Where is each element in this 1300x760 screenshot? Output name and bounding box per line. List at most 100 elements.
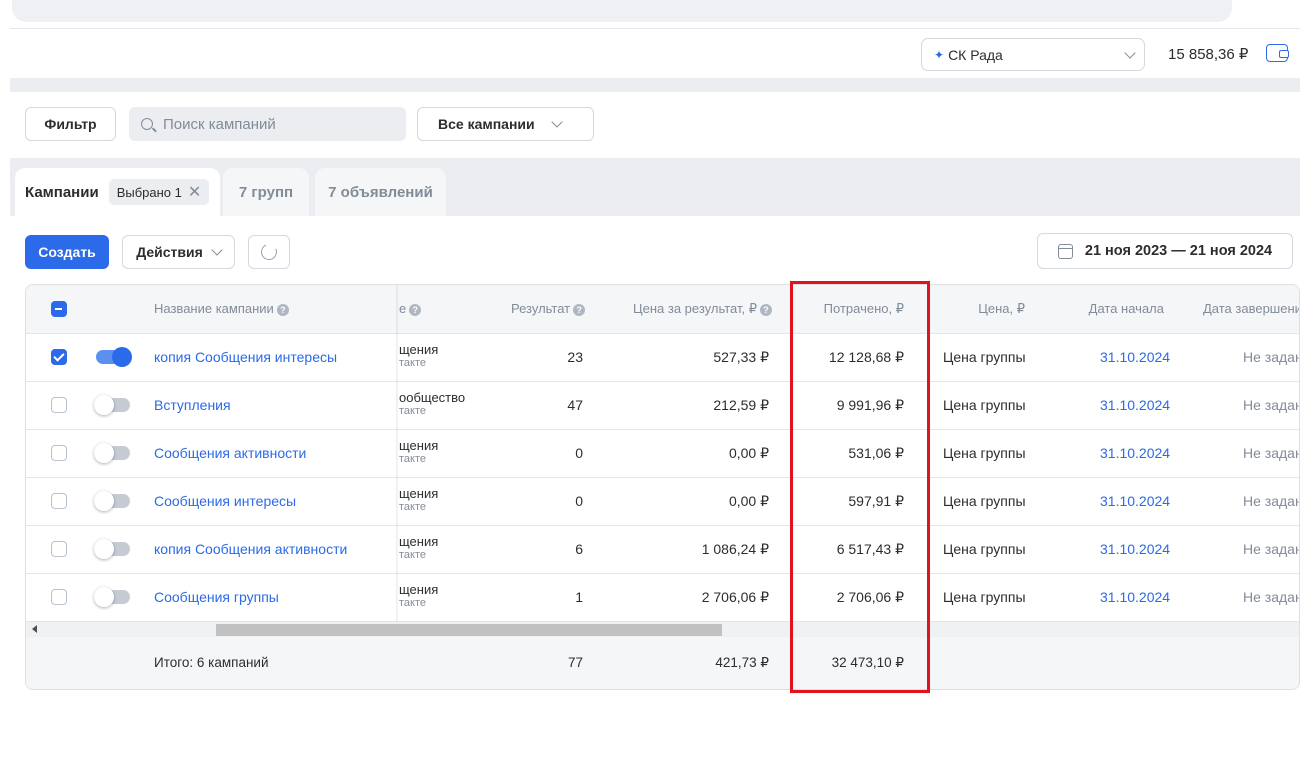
tab-campaigns[interactable]: Кампании Выбрано 1 ✕ (15, 168, 220, 216)
cost-per-result-value: 0,00 ₽ (728, 445, 769, 461)
table-row[interactable]: Сообщения активности щения такте 0 0,00 … (26, 430, 1299, 478)
goal-text: щения (399, 534, 439, 549)
status-toggle[interactable] (96, 347, 132, 367)
column-header-price[interactable]: Цена, ₽ (978, 301, 1025, 317)
price-value: Цена группы (943, 397, 1026, 413)
total-cost-per-result: 421,73 ₽ (715, 655, 769, 670)
end-date-value: Не задан (1243, 589, 1300, 605)
row-checkbox[interactable] (51, 349, 67, 365)
status-toggle[interactable] (94, 443, 130, 463)
status-toggle[interactable] (94, 587, 130, 607)
scroll-left-icon[interactable] (32, 625, 37, 633)
search-box[interactable] (129, 107, 406, 141)
help-icon[interactable]: ? (409, 303, 422, 316)
campaign-name-link[interactable]: Сообщения интересы (154, 493, 296, 509)
campaign-name-link[interactable]: Сообщения активности (154, 445, 306, 461)
campaign-name-link[interactable]: Вступления (154, 397, 231, 413)
horizontal-scrollbar[interactable] (26, 622, 1299, 637)
column-header-name[interactable]: Название кампании? (154, 301, 289, 316)
row-checkbox[interactable] (51, 493, 67, 509)
spent-value: 531,06 ₽ (848, 445, 904, 461)
goal-text: ообщество (399, 390, 466, 405)
end-date-value: Не задан (1243, 445, 1300, 461)
goal-cell: ообщество такте (399, 390, 509, 417)
tab-ads[interactable]: 7 объявлений (315, 168, 446, 216)
sticky-column-shadow (396, 285, 399, 622)
column-header-goal-label: е (399, 301, 407, 316)
status-toggle[interactable] (94, 395, 130, 415)
filter-button[interactable]: Фильтр (25, 107, 116, 141)
total-label: Итого: 6 кампаний (154, 655, 269, 670)
help-icon[interactable]: ? (276, 303, 289, 316)
table-row[interactable]: копия Сообщения интересы щения такте 23 … (26, 334, 1299, 382)
start-date-link[interactable]: 31.10.2024 (1100, 349, 1170, 365)
row-checkbox[interactable] (51, 397, 67, 413)
result-value: 47 (567, 397, 583, 413)
row-checkbox[interactable] (51, 541, 67, 557)
search-input[interactable] (163, 115, 383, 133)
result-value: 0 (575, 493, 583, 509)
cost-per-result-value: 1 086,24 ₽ (701, 541, 769, 557)
column-header-goal[interactable]: е? (399, 301, 422, 316)
balance: 15 858,36 ₽ (1168, 46, 1249, 63)
close-icon[interactable]: ✕ (188, 182, 201, 202)
goal-subtext: такте (399, 357, 427, 369)
create-button[interactable]: Создать (25, 235, 109, 269)
column-header-cost-per-result[interactable]: Цена за результат, ₽? (633, 301, 772, 317)
refresh-button[interactable] (248, 235, 290, 269)
row-checkbox[interactable] (51, 445, 67, 461)
column-header-start-date[interactable]: Дата начала (1089, 301, 1164, 316)
campaign-name-link[interactable]: Сообщения группы (154, 589, 279, 605)
date-range-label: 21 ноя 2023 — 21 ноя 2024 (1084, 243, 1273, 259)
help-icon[interactable]: ? (573, 303, 586, 316)
start-date-link[interactable]: 31.10.2024 (1100, 541, 1170, 557)
account-select[interactable]: ✦ СК Рада (921, 38, 1145, 71)
price-value: Цена группы (943, 445, 1026, 461)
actions-dropdown[interactable]: Действия (122, 235, 235, 269)
table-row[interactable]: копия Сообщения активности щения такте 6… (26, 526, 1299, 574)
search-icon (141, 118, 153, 130)
start-date-link[interactable]: 31.10.2024 (1100, 445, 1170, 461)
campaign-name-link[interactable]: копия Сообщения интересы (154, 349, 337, 365)
goal-cell: щения такте (399, 342, 509, 369)
scrollbar-thumb[interactable] (216, 624, 722, 636)
campaigns-table: Название кампании? е? Результат? Цена за… (25, 284, 1300, 690)
chevron-down-icon (550, 116, 563, 128)
end-date-value: Не задан (1243, 541, 1300, 557)
result-value: 0 (575, 445, 583, 461)
table-row[interactable]: Сообщения интересы щения такте 0 0,00 ₽ … (26, 478, 1299, 526)
status-toggle[interactable] (94, 539, 130, 559)
column-header-name-label: Название кампании (154, 301, 274, 316)
app-window: ✦ СК Рада 15 858,36 ₽ Фильтр Все кампани… (10, 28, 1300, 725)
end-date-value: Не задан (1243, 493, 1300, 509)
start-date-link[interactable]: 31.10.2024 (1100, 397, 1170, 413)
column-header-end-date[interactable]: Дата завершени (1203, 301, 1299, 316)
help-icon[interactable]: ? (759, 303, 772, 316)
cost-per-result-value: 2 706,06 ₽ (701, 589, 769, 605)
campaign-name-link[interactable]: копия Сообщения активности (154, 541, 347, 557)
date-range-picker[interactable]: 21 ноя 2023 — 21 ноя 2024 (1037, 233, 1293, 269)
goal-cell: щения такте (399, 486, 509, 513)
table-header: Название кампании? е? Результат? Цена за… (26, 285, 1299, 334)
all-campaigns-label: Все кампании (438, 116, 535, 132)
select-all-checkbox[interactable] (51, 301, 67, 317)
row-checkbox[interactable] (51, 589, 67, 605)
status-toggle[interactable] (94, 491, 130, 511)
tab-groups[interactable]: 7 групп (223, 168, 309, 216)
all-campaigns-dropdown[interactable]: Все кампании (417, 107, 594, 141)
price-value: Цена группы (943, 541, 1026, 557)
goal-subtext: такте (399, 453, 427, 465)
column-header-result[interactable]: Результат? (511, 301, 586, 316)
top-bar-edge (12, 0, 1232, 22)
column-header-spent[interactable]: Потрачено, ₽ (824, 301, 904, 317)
goal-subtext: такте (399, 405, 427, 417)
end-date-value: Не задан (1243, 397, 1300, 413)
account-name: СК Рада (948, 46, 1003, 63)
column-header-cpr-label: Цена за результат, ₽ (633, 301, 757, 316)
wallet-icon[interactable] (1266, 44, 1289, 62)
table-row[interactable]: Сообщения группы щения такте 1 2 706,06 … (26, 574, 1299, 622)
spent-value: 6 517,43 ₽ (836, 541, 904, 557)
start-date-link[interactable]: 31.10.2024 (1100, 493, 1170, 509)
table-row[interactable]: Вступления ообщество такте 47 212,59 ₽ 9… (26, 382, 1299, 430)
start-date-link[interactable]: 31.10.2024 (1100, 589, 1170, 605)
